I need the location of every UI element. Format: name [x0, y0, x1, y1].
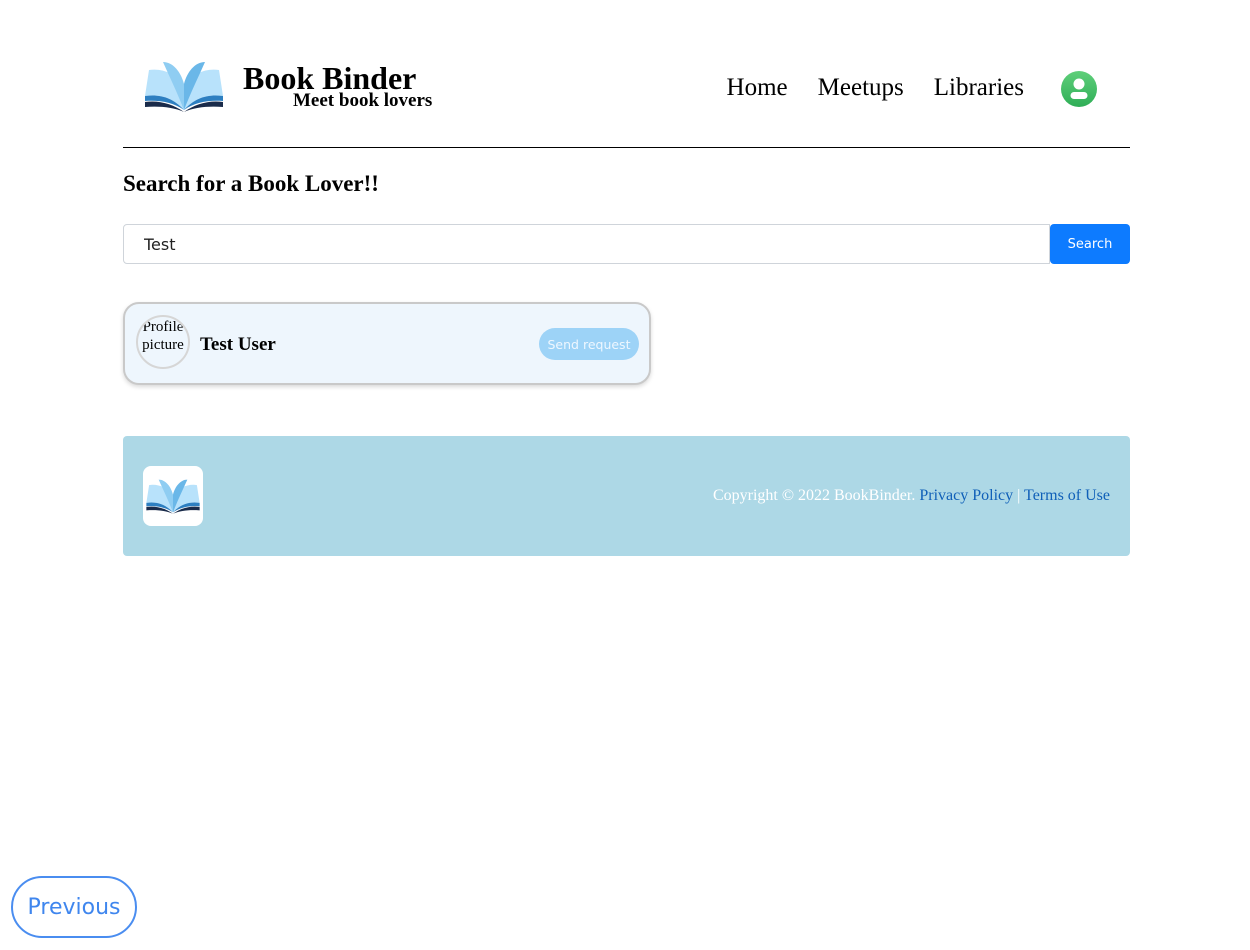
- footer-logo: [143, 466, 203, 526]
- book-logo-icon: [146, 479, 200, 514]
- footer-text: Copyright © 2022 BookBinder. Privacy Pol…: [713, 486, 1110, 506]
- user-circle-icon: [1070, 78, 1088, 99]
- site-header: Book Binder Meet book lovers Home Meetup…: [123, 40, 1130, 148]
- privacy-policy-link[interactable]: Privacy Policy: [919, 487, 1013, 504]
- nav-libraries-link[interactable]: Libraries: [934, 73, 1024, 103]
- site-footer: Copyright © 2022 BookBinder. Privacy Pol…: [123, 436, 1130, 556]
- send-request-button[interactable]: Send request: [539, 328, 639, 360]
- footer-separator: |: [1017, 487, 1021, 504]
- previous-button[interactable]: Previous: [11, 876, 137, 938]
- nav-home-link[interactable]: Home: [727, 73, 788, 103]
- user-account-button[interactable]: [1061, 71, 1097, 107]
- profile-picture: Profile picture: [136, 315, 190, 369]
- user-name: Test User: [200, 334, 276, 355]
- main-nav: Home Meetups Libraries: [727, 73, 1024, 103]
- brand-tagline: Meet book lovers: [293, 90, 433, 111]
- copyright-text: Copyright © 2022 BookBinder.: [712, 487, 916, 504]
- search-input[interactable]: [123, 224, 1050, 264]
- page-title: Search for a Book Lover!!: [123, 171, 379, 196]
- terms-of-use-link[interactable]: Terms of Use: [1024, 487, 1110, 504]
- nav-meetups-link[interactable]: Meetups: [818, 73, 904, 103]
- user-result-card: Profile picture Test User Send request: [123, 302, 651, 385]
- search-button[interactable]: Search: [1050, 224, 1130, 264]
- book-logo-icon[interactable]: [143, 58, 225, 114]
- page: Book Binder Meet book lovers Home Meetup…: [0, 0, 1250, 950]
